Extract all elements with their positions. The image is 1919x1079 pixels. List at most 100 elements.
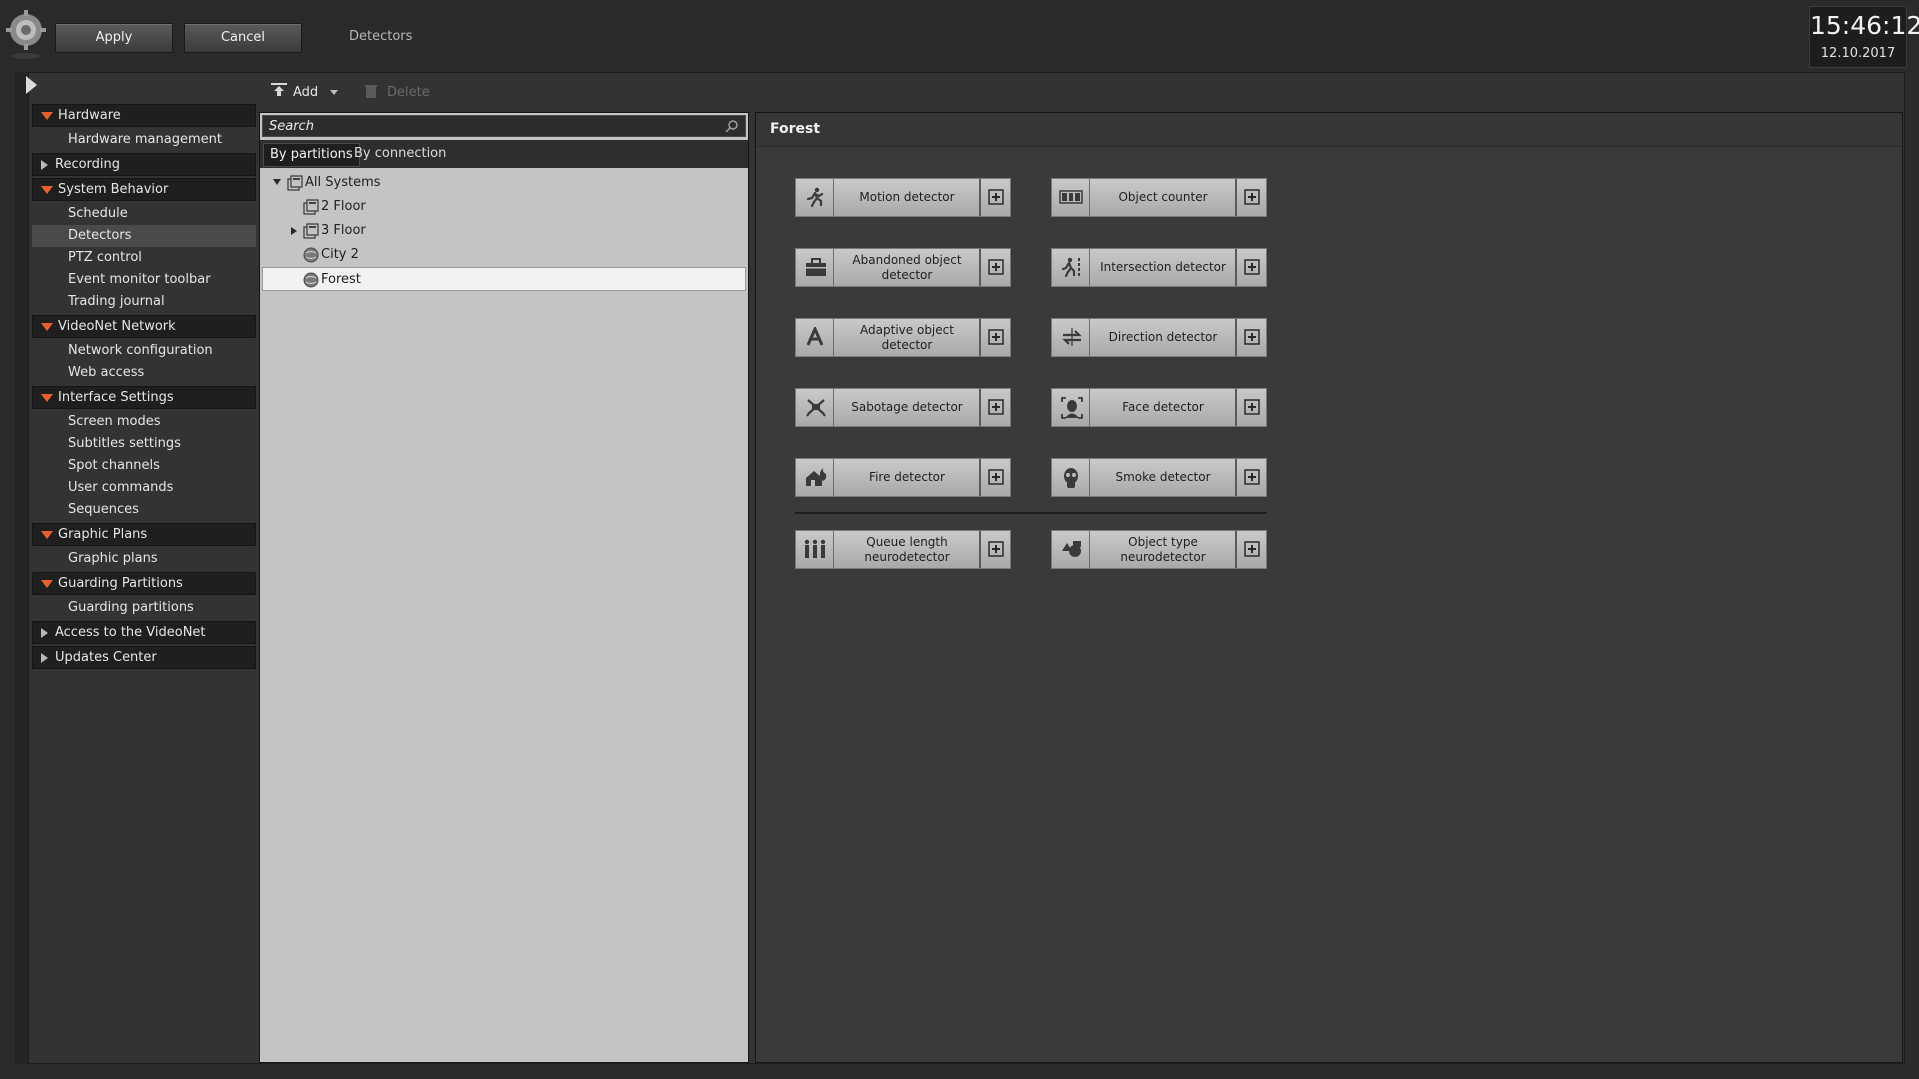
- collapsed-panel-strip: [15, 72, 29, 1064]
- clock: 15:46:12 12.10.2017: [1809, 6, 1919, 68]
- sidebar-section-hardware: Hardware Hardware management: [32, 104, 256, 151]
- detector-label: Direction detector: [1108, 330, 1218, 344]
- abandoned-object-detector-button[interactable]: Abandoned object detector: [795, 248, 1011, 287]
- detector-icon-cell: [796, 459, 834, 496]
- partition-icon: [303, 199, 319, 215]
- tree-node-label: 3 Floor: [321, 223, 366, 238]
- tree-node-forest[interactable]: Forest: [262, 267, 746, 291]
- tree-node-city-2[interactable]: City 2: [262, 243, 746, 267]
- add-detector-plus-icon[interactable]: [979, 249, 1010, 286]
- add-detector-plus-icon[interactable]: [979, 319, 1010, 356]
- object-type-neurodetector-button[interactable]: Object type neurodetector: [1051, 530, 1267, 569]
- counter-icon: [1059, 190, 1083, 204]
- neurodetector-separator: [795, 512, 1267, 514]
- sidebar-header-recording[interactable]: Recording: [32, 153, 256, 176]
- expanded-triangle-icon: [41, 394, 53, 402]
- sidebar-header-guarding-partitions[interactable]: Guarding Partitions: [32, 572, 256, 595]
- add-detector-plus-icon[interactable]: [1235, 179, 1266, 216]
- partition-icon: [287, 175, 303, 191]
- tree-node-label: 2 Floor: [321, 199, 366, 214]
- partition-tree-panel: Search By partitions By connection All S…: [259, 112, 749, 1063]
- detector-icon-cell: [1052, 179, 1090, 216]
- add-detector-plus-icon[interactable]: [979, 459, 1010, 496]
- direction-detector-button[interactable]: Direction detector: [1051, 318, 1267, 357]
- search-placeholder: Search: [269, 119, 314, 134]
- tree-expand-down-icon[interactable]: [273, 179, 281, 185]
- add-detector-plus-icon[interactable]: [1235, 319, 1266, 356]
- tab-by-connection[interactable]: By connection: [348, 143, 452, 167]
- top-bar: Apply Cancel Detectors 15:46:12 12.10.20…: [0, 0, 1919, 70]
- add-detector-plus-icon[interactable]: [1235, 389, 1266, 426]
- face-detector-button[interactable]: Face detector: [1051, 388, 1267, 427]
- sidebar-item-screen-modes[interactable]: Screen modes: [32, 411, 256, 433]
- sidebar-item-spot-channels[interactable]: Spot channels: [32, 455, 256, 477]
- queue-length-neurodetector-button[interactable]: Queue length neurodetector: [795, 530, 1011, 569]
- sidebar-header-hardware[interactable]: Hardware: [32, 104, 256, 127]
- sabotage-detector-button[interactable]: Sabotage detector: [795, 388, 1011, 427]
- add-button[interactable]: Add: [266, 82, 344, 104]
- sidebar-item-detectors[interactable]: Detectors: [32, 225, 256, 247]
- delete-button[interactable]: Delete: [360, 82, 440, 104]
- trash-icon: [365, 85, 377, 98]
- settings-sidebar: Hardware Hardware management Recording S…: [32, 104, 256, 671]
- sidebar-item-ptz-control[interactable]: PTZ control: [32, 247, 256, 269]
- sidebar-item-user-commands[interactable]: User commands: [32, 477, 256, 499]
- expand-panel-arrow-icon[interactable]: [26, 76, 37, 94]
- add-detector-plus-icon[interactable]: [979, 389, 1010, 426]
- suitcase-icon: [806, 258, 826, 276]
- sidebar-item-graphic-plans[interactable]: Graphic plans: [32, 548, 256, 570]
- detector-label: Smoke detector: [1115, 470, 1211, 484]
- sidebar-item-subtitles-settings[interactable]: Subtitles settings: [32, 433, 256, 455]
- object-counter-button[interactable]: Object counter: [1051, 178, 1267, 217]
- tab-by-partitions[interactable]: By partitions: [263, 143, 360, 167]
- sidebar-header-graphic-plans[interactable]: Graphic Plans: [32, 523, 256, 546]
- adaptive-object-detector-button[interactable]: Adaptive object detector: [795, 318, 1011, 357]
- expanded-triangle-icon: [41, 580, 53, 588]
- tree-node-all-systems[interactable]: All Systems: [262, 171, 746, 195]
- sidebar-item-event-monitor-toolbar[interactable]: Event monitor toolbar: [32, 269, 256, 291]
- motion-detector-button[interactable]: Motion detector: [795, 178, 1011, 217]
- section-label: Updates Center: [55, 650, 157, 665]
- sidebar-header-videonet-network[interactable]: VideoNet Network: [32, 315, 256, 338]
- sidebar-item-sequences[interactable]: Sequences: [32, 499, 256, 521]
- sidebar-header-interface-settings[interactable]: Interface Settings: [32, 386, 256, 409]
- detector-icon-cell: [796, 531, 834, 568]
- add-detector-plus-icon[interactable]: [1235, 459, 1266, 496]
- smoke-detector-button[interactable]: Smoke detector: [1051, 458, 1267, 497]
- collapsed-triangle-icon: [41, 160, 48, 170]
- add-dropdown-arrow-icon[interactable]: [330, 90, 338, 95]
- sidebar-item-web-access[interactable]: Web access: [32, 362, 256, 384]
- clock-date: 12.10.2017: [1820, 46, 1896, 61]
- add-detector-plus-icon[interactable]: [979, 531, 1010, 568]
- apply-button[interactable]: Apply: [55, 23, 173, 53]
- sidebar-item-trading-journal[interactable]: Trading journal: [32, 291, 256, 313]
- tree-tabs: By partitions By connection: [260, 140, 748, 168]
- sidebar-item-guarding-partitions[interactable]: Guarding partitions: [32, 597, 256, 619]
- sidebar-header-access-videonet[interactable]: Access to the VideoNet: [32, 621, 256, 644]
- tree-node-3-floor[interactable]: 3 Floor: [262, 219, 746, 243]
- search-icon[interactable]: [725, 119, 739, 133]
- sidebar-item-hardware-management[interactable]: Hardware management: [32, 129, 256, 151]
- fire-house-icon: [806, 468, 827, 486]
- letter-a-icon: [806, 327, 824, 346]
- expanded-triangle-icon: [41, 531, 53, 539]
- intersection-detector-button[interactable]: Intersection detector: [1051, 248, 1267, 287]
- sidebar-item-network-configuration[interactable]: Network configuration: [32, 340, 256, 362]
- tree-node-label: Forest: [321, 272, 361, 287]
- tree-node-2-floor[interactable]: 2 Floor: [262, 195, 746, 219]
- sidebar-header-updates-center[interactable]: Updates Center: [32, 646, 256, 669]
- search-input[interactable]: Search: [262, 115, 746, 137]
- add-detector-plus-icon[interactable]: [1235, 249, 1266, 286]
- detector-label: Adaptive object detector: [860, 322, 954, 352]
- detector-icon-cell: [1052, 249, 1090, 286]
- add-detector-plus-icon[interactable]: [979, 179, 1010, 216]
- face-icon: [1061, 397, 1083, 419]
- cancel-button[interactable]: Cancel: [184, 23, 302, 53]
- fire-detector-button[interactable]: Fire detector: [795, 458, 1011, 497]
- section-label: Interface Settings: [58, 390, 174, 405]
- add-detector-plus-icon[interactable]: [1235, 531, 1266, 568]
- sidebar-header-system-behavior[interactable]: System Behavior: [32, 178, 256, 201]
- tree-expand-right-icon[interactable]: [291, 227, 297, 235]
- sidebar-item-schedule[interactable]: Schedule: [32, 203, 256, 225]
- detector-icon-cell: [796, 389, 834, 426]
